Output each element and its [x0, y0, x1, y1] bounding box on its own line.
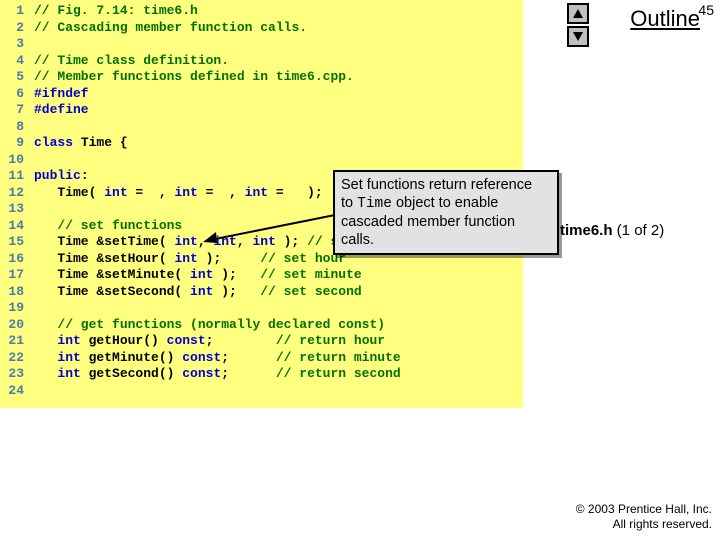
- code-line: 23 int getSecond() const; // return seco…: [0, 366, 523, 383]
- callout-line: cascaded member function: [341, 213, 551, 231]
- code-line: 2// Cascading member function calls.: [0, 20, 523, 37]
- filename-page: (1 of 2): [613, 222, 665, 239]
- code-line: 5// Member functions defined in time6.cp…: [0, 69, 523, 86]
- code-line: 24: [0, 383, 523, 400]
- chevron-down-icon: [573, 32, 583, 41]
- code-line: 9class Time {: [0, 135, 523, 152]
- callout-line: Set functions return reference: [341, 176, 551, 194]
- outline-heading: Outline: [630, 6, 700, 32]
- callout-line: to Time object to enable: [341, 194, 551, 213]
- callout-box: Set functions return reference to Time o…: [333, 170, 559, 255]
- copyright-text: © 2003 Prentice Hall, Inc. All rights re…: [576, 502, 712, 532]
- code-line: 1// Fig. 7.14: time6.h: [0, 3, 523, 20]
- code-line: 18 Time &setSecond( int ); // set second: [0, 284, 523, 301]
- code-line: 22 int getMinute() const; // return minu…: [0, 350, 523, 367]
- nav-next-button[interactable]: [567, 26, 589, 47]
- filename-text: time6.h: [560, 222, 613, 239]
- code-line: 10: [0, 152, 523, 169]
- code-line: 21 int getHour() const; // return hour: [0, 333, 523, 350]
- code-line: 19: [0, 300, 523, 317]
- code-line: 3: [0, 36, 523, 53]
- callout-line: calls.: [341, 231, 551, 249]
- chevron-up-icon: [573, 9, 583, 18]
- code-line: 20 // get functions (normally declared c…: [0, 317, 523, 334]
- page-number: 45: [698, 2, 714, 18]
- nav-prev-button[interactable]: [567, 3, 589, 24]
- code-line: 17 Time &setMinute( int ); // set minute: [0, 267, 523, 284]
- copyright-line: All rights reserved.: [576, 517, 712, 532]
- code-line: 4// Time class definition.: [0, 53, 523, 70]
- code-line: 7#define: [0, 102, 523, 119]
- filename-caption: time6.h (1 of 2): [560, 222, 664, 239]
- code-line: 8: [0, 119, 523, 136]
- code-line: 6#ifndef: [0, 86, 523, 103]
- copyright-line: © 2003 Prentice Hall, Inc.: [576, 502, 712, 517]
